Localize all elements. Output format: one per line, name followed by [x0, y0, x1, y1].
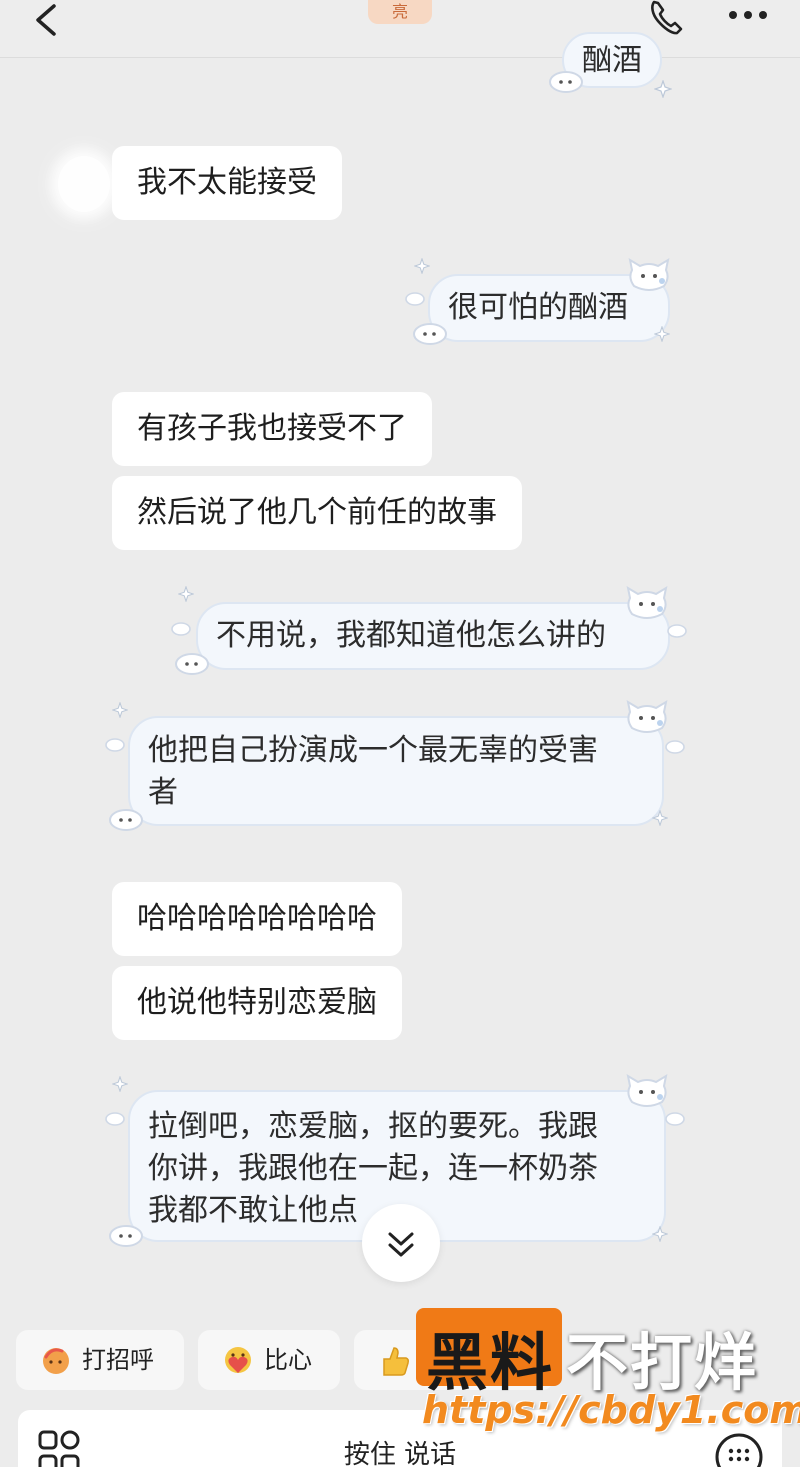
sticker-cloud-icon [175, 653, 209, 675]
hold-to-talk-button[interactable]: 按住 说话 [18, 1434, 782, 1467]
sparkle-icon [112, 702, 128, 718]
message-text: 他说他特别恋爱脑 [137, 985, 377, 1020]
message-text-line: 他把自己扮演成一个最无辜的受害 [148, 733, 598, 768]
sticker-cloud-icon [109, 809, 143, 831]
message-bubble-incoming[interactable]: 哈哈哈哈哈哈哈哈 [112, 882, 402, 956]
message-bubble-incoming[interactable]: 有孩子我也接受不了 [112, 392, 432, 466]
heart-hands-icon [225, 1347, 251, 1373]
sparkle-icon [654, 326, 670, 342]
message-text: 哈哈哈哈哈哈哈哈 [137, 901, 377, 936]
sparkle-icon [652, 810, 668, 826]
quick-reply-greet-button[interactable]: 打招呼 [16, 1330, 184, 1390]
sparkle-icon [178, 586, 194, 602]
message-bubble-outgoing[interactable]: 他把自己扮演成一个最无辜的受害 者 [128, 716, 664, 826]
leaf-icon [667, 624, 687, 638]
keyboard-icon[interactable] [714, 1432, 764, 1467]
sparkle-icon [112, 1076, 128, 1092]
quick-reply-label: 打招呼 [82, 1346, 154, 1374]
chat-header: 亮 [0, 0, 800, 58]
sticker-cloud-icon [549, 71, 583, 93]
quick-reply-label: 比心 [264, 1346, 312, 1374]
message-text: 不用说，我都知道他怎么讲的 [216, 618, 606, 653]
sticker-cloud-icon [413, 323, 447, 345]
message-text-line: 你讲，我跟他在一起，连一杯奶茶 [148, 1151, 598, 1186]
sticker-cat-icon [626, 1073, 668, 1107]
message-list[interactable]: 酗酒 我不太能接受 很可怕的酗酒 有孩子我也接受不了 然后说了他几个前任的故事 [0, 32, 800, 1298]
more-horizontal-icon[interactable] [726, 8, 770, 22]
leaf-icon [105, 1112, 125, 1126]
sticker-cat-icon [626, 699, 668, 733]
leaf-icon [405, 292, 425, 306]
message-text: 我不太能接受 [137, 165, 317, 200]
leaf-icon [665, 1112, 685, 1126]
message-bubble-outgoing[interactable]: 不用说，我都知道他怎么讲的 [196, 602, 670, 670]
thumbs-up-icon [383, 1347, 409, 1376]
phone-icon[interactable] [646, 0, 688, 38]
message-bubble-incoming[interactable]: 我不太能接受 [112, 146, 342, 220]
leaf-icon [105, 738, 125, 752]
leaf-icon [171, 622, 191, 636]
double-chevron-down-icon [388, 1232, 414, 1257]
wave-hand-icon [43, 1348, 69, 1374]
message-text: 有孩子我也接受不了 [137, 411, 407, 446]
message-text-line: 拉倒吧，恋爱脑，抠的要死。我跟 [148, 1109, 598, 1144]
leaf-icon [665, 740, 685, 754]
chevron-left-icon[interactable] [30, 2, 64, 42]
scroll-to-bottom-button[interactable] [362, 1204, 440, 1282]
message-text: 然后说了他几个前任的故事 [137, 495, 497, 530]
quick-reply-heart-button[interactable]: 比心 [198, 1330, 340, 1390]
sticker-cloud-icon [109, 1225, 143, 1247]
sticker-cat-icon [628, 257, 670, 291]
watermark-url: https://cbdy1.com [422, 1388, 800, 1432]
sticker-cat-icon [626, 585, 668, 619]
sparkle-icon [654, 80, 672, 98]
message-text: 很可怕的酗酒 [448, 290, 628, 325]
message-text-line: 者 [148, 775, 178, 810]
sparkle-icon [652, 1226, 668, 1242]
message-bubble-incoming[interactable]: 然后说了他几个前任的故事 [112, 476, 522, 550]
avatar[interactable] [58, 156, 110, 212]
message-text: 酗酒 [582, 43, 642, 78]
message-bubble-incoming[interactable]: 他说他特别恋爱脑 [112, 966, 402, 1040]
sparkle-icon [414, 258, 430, 274]
contact-name-badge: 亮 [368, 0, 432, 24]
